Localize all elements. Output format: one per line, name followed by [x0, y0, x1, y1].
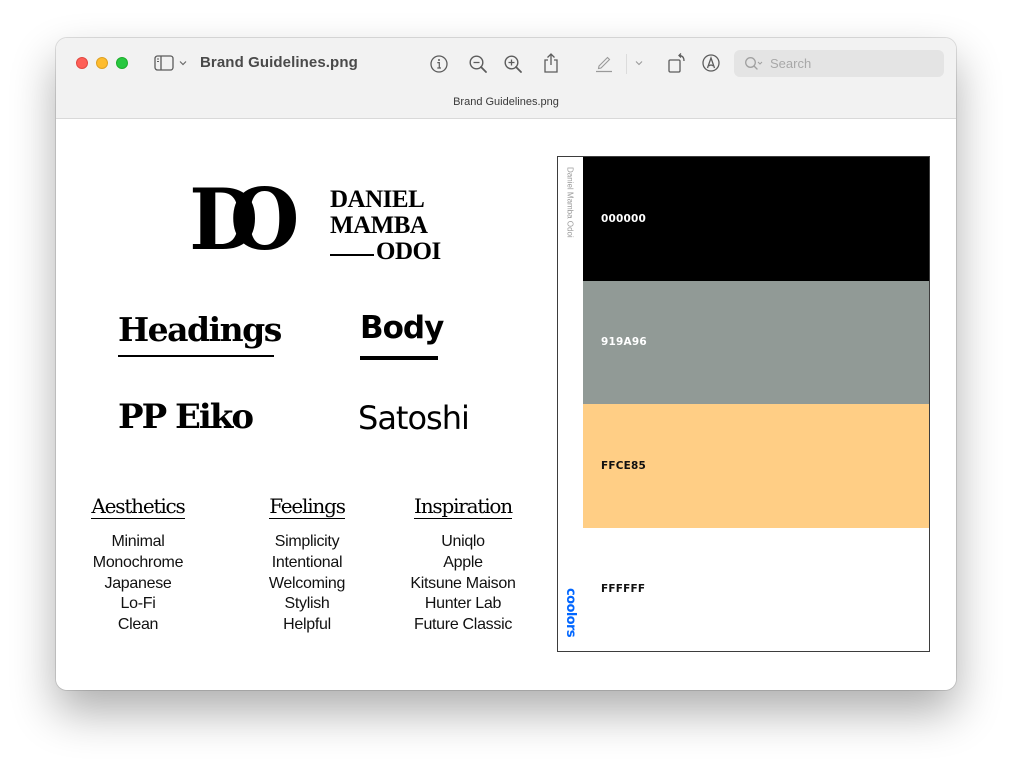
body-label: Body: [360, 310, 444, 346]
logo-monogram: DO: [189, 170, 299, 269]
zoom-in-icon: [504, 55, 522, 73]
list-item: Japanese: [104, 574, 172, 592]
list-item: Stylish: [284, 595, 330, 613]
color-palette: Daniel Mamba Odoi coolors 000000 919A96 …: [557, 156, 930, 652]
rotate-icon: [668, 53, 685, 73]
list-item: Simplicity: [274, 533, 340, 550]
logo-name-line-3: ODOI: [376, 238, 441, 265]
color-swatch: FFFFFF: [583, 527, 929, 651]
body-font-name: Satoshi: [358, 399, 470, 437]
zoom-in-button[interactable]: [502, 53, 524, 75]
palette-sidebar: Daniel Mamba Odoi coolors: [558, 157, 583, 651]
list-item: Lo-Fi: [120, 595, 156, 613]
list-item: Apple: [443, 553, 483, 571]
coolors-logo: coolors: [561, 584, 579, 640]
logo-name-line-1: DANIEL: [330, 186, 425, 213]
markup-button[interactable]: [700, 52, 722, 74]
search-input[interactable]: [770, 56, 920, 71]
color-swatch: 000000: [583, 157, 929, 281]
list-item: Clean: [117, 616, 159, 634]
body-underline: [360, 356, 438, 360]
window-title: Brand Guidelines.png: [200, 54, 358, 71]
zoom-out-icon: [469, 55, 487, 73]
minimize-button[interactable]: [96, 57, 108, 69]
markup-pen-button[interactable]: [593, 52, 615, 74]
headings-font-name: PP Eiko: [118, 397, 254, 437]
column-title: Inspiration: [414, 494, 513, 519]
info-icon: [430, 55, 448, 73]
list-item: Hunter Lab: [424, 595, 502, 613]
column-title: Aesthetics: [91, 494, 186, 519]
share-icon: [544, 53, 558, 73]
markup-icon: [702, 54, 720, 72]
swatch-hex: FFCE85: [601, 459, 647, 472]
list-item: Intentional: [271, 553, 343, 571]
list-item: Minimal: [111, 533, 165, 550]
list-item: Helpful: [283, 616, 331, 634]
search-field[interactable]: [734, 50, 944, 77]
list-item: Uniqlo: [441, 533, 485, 550]
swatch-list: 000000 919A96 FFCE85 FFFFFF: [583, 157, 929, 651]
logo-rule: [330, 254, 374, 256]
color-swatch: 919A96: [583, 280, 929, 404]
close-button[interactable]: [76, 57, 88, 69]
brand-logo: DO DANIEL MAMBA ODOI: [187, 178, 452, 265]
coolors-wordmark: coolors: [562, 587, 578, 637]
chevron-down-icon: [635, 61, 643, 66]
logo-name-line-2: MAMBA: [330, 212, 428, 239]
list-item: Welcoming: [268, 574, 346, 592]
color-swatch: FFCE85: [583, 404, 929, 528]
list-item: Future Classic: [413, 616, 513, 634]
swatch-hex: 000000: [601, 212, 647, 225]
toolbar-separator: [626, 54, 627, 74]
feelings-column: Feelings Simplicity Intentional Welcomin…: [232, 496, 382, 636]
document-canvas: DO DANIEL MAMBA ODOI Headings Body PP Ei…: [56, 120, 956, 690]
list-item: Monochrome: [92, 553, 184, 571]
markup-options-button[interactable]: [632, 56, 646, 70]
share-button[interactable]: [540, 51, 562, 75]
rotate-button[interactable]: [666, 51, 688, 75]
sidebar-icon: [154, 55, 174, 71]
palette-author: Daniel Mamba Odoi: [565, 167, 575, 238]
search-icon: [745, 56, 763, 70]
pencil-icon: [596, 56, 612, 73]
inspiration-column: Inspiration Uniqlo Apple Kitsune Maison …: [388, 496, 538, 636]
preview-window: Brand Guidelines.png Search Brand Guidel…: [56, 38, 956, 690]
swatch-hex: 919A96: [601, 336, 647, 349]
column-title: Feelings: [269, 494, 346, 519]
list-item: Kitsune Maison: [410, 574, 516, 592]
document-tab-title: Brand Guidelines.png: [453, 96, 559, 108]
headings-label: Headings: [118, 310, 282, 349]
swatch-hex: FFFFFF: [601, 583, 646, 596]
chevron-down-icon: [179, 61, 187, 66]
title-bar: Brand Guidelines.png Search Brand Guidel…: [56, 38, 956, 119]
sidebar-toggle-button[interactable]: [152, 52, 190, 74]
aesthetics-column: Aesthetics Minimal Monochrome Japanese L…: [63, 496, 213, 636]
zoom-window-button[interactable]: [116, 57, 128, 69]
zoom-out-button[interactable]: [467, 53, 489, 75]
info-button[interactable]: [428, 53, 450, 75]
headings-underline: [118, 355, 274, 357]
